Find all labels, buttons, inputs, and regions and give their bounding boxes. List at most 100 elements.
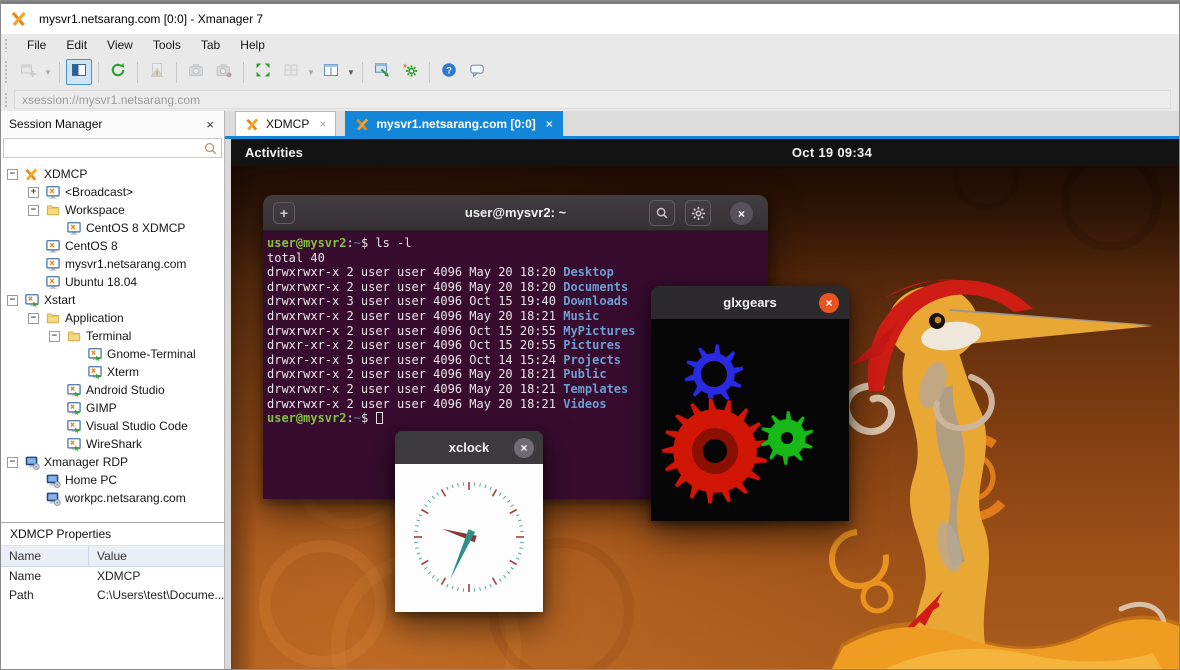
tree-item-label: XDMCP: [44, 167, 87, 181]
dropdown-chevron-icon[interactable]: ▼: [43, 68, 53, 77]
toolbar-button-help[interactable]: ?: [436, 59, 462, 85]
xstart-icon: [66, 418, 82, 434]
tree-item-xterm[interactable]: Xterm: [1, 363, 224, 381]
tree-item-wireshark[interactable]: WireShark: [1, 435, 224, 453]
tree-item-label: Xstart: [44, 293, 75, 307]
gear-icon: [691, 206, 706, 221]
terminal-line: user@mysvr2:~$ ls -l: [267, 236, 768, 251]
tree-item-label: Ubuntu 18.04: [65, 275, 137, 289]
dropdown-chevron-icon[interactable]: ▼: [306, 68, 316, 77]
svg-text:?: ?: [446, 65, 452, 76]
tree-item-workspace[interactable]: −Workspace: [1, 201, 224, 219]
tree-item-centos-8-xdmcp[interactable]: CentOS 8 XDMCP: [1, 219, 224, 237]
tree-item-label: Visual Studio Code: [86, 419, 188, 433]
expander-plus-icon[interactable]: +: [28, 187, 39, 198]
toolbar-button-refresh[interactable]: [105, 59, 131, 85]
address-bar-row: xsession://mysvr1.netsarang.com: [1, 88, 1179, 111]
remote-desktop[interactable]: Activities Oct 19 09:34 + user@mysvr2: ~: [231, 139, 1179, 669]
tree-item-broadcast[interactable]: +<Broadcast>: [1, 183, 224, 201]
property-row-path: PathC:\Users\test\Docume...: [1, 586, 224, 605]
tree-item-terminal[interactable]: −Terminal: [1, 327, 224, 345]
terminal-close-button[interactable]: ×: [730, 202, 753, 225]
folder-icon: [45, 310, 61, 326]
session-search-input[interactable]: [3, 138, 222, 158]
tree-item-gimp[interactable]: GIMP: [1, 399, 224, 417]
properties-panel: XDMCP Properties Name Value NameXDMCPPat…: [1, 522, 224, 669]
property-value: C:\Users\test\Docume...: [89, 586, 224, 605]
tree-item-visual-studio-code[interactable]: Visual Studio Code: [1, 417, 224, 435]
xclock-titlebar[interactable]: xclock ×: [395, 431, 543, 464]
toolbar-button-screen-capture[interactable]: [183, 59, 209, 85]
terminal-titlebar[interactable]: + user@mysvr2: ~: [263, 195, 768, 231]
tree-item-workpc-netsarang-com[interactable]: workpc.netsarang.com: [1, 489, 224, 507]
tree-item-home-pc[interactable]: Home PC: [1, 471, 224, 489]
expander-minus-icon[interactable]: −: [7, 169, 18, 180]
toolbar-button-window-layout[interactable]: [318, 59, 344, 85]
tree-item-xmanager-rdp[interactable]: − Xmanager RDP: [1, 453, 224, 471]
terminal-line: drwxrwxr-x 2 user user 4096 May 20 18:20…: [267, 265, 768, 280]
window-titlebar[interactable]: mysvr1.netsarang.com [0:0] - Xmanager 7: [1, 1, 1179, 34]
session-manager-panel: Session Manager × − XDMCP +<Broadcast>−Wor…: [1, 111, 225, 669]
menu-item-help[interactable]: Help: [230, 35, 275, 55]
toolbar-button-xconfig[interactable]: [397, 59, 423, 85]
toolbar-button-full-screen[interactable]: [250, 59, 276, 85]
toolbar-button-feedback[interactable]: [464, 59, 490, 85]
tab-xdmcp[interactable]: XDMCP×: [235, 111, 336, 136]
xconfig-icon: [402, 62, 418, 83]
tab-close-icon[interactable]: ×: [319, 117, 326, 131]
expander-minus-icon[interactable]: −: [7, 295, 18, 306]
session-manager-header: Session Manager ×: [1, 111, 224, 137]
tree-item-xstart[interactable]: − Xstart: [1, 291, 224, 309]
menu-item-edit[interactable]: Edit: [56, 35, 97, 55]
tree-item-ubuntu-18-04[interactable]: Ubuntu 18.04: [1, 273, 224, 291]
feedback-icon: [469, 62, 485, 83]
menubar-gripper[interactable]: [4, 38, 8, 52]
terminal-menu-button[interactable]: [685, 200, 711, 226]
glxgears-titlebar[interactable]: glxgears ×: [651, 286, 849, 319]
toolbar-button-sessions-panel-toggle[interactable]: [66, 59, 92, 85]
tree-item-centos-8[interactable]: CentOS 8: [1, 237, 224, 255]
terminal-new-tab-button[interactable]: +: [273, 202, 295, 224]
xclock-window: xclock ×: [395, 431, 543, 612]
address-input[interactable]: xsession://mysvr1.netsarang.com: [14, 90, 1171, 109]
tree-item-application[interactable]: −Application: [1, 309, 224, 327]
expander-minus-icon[interactable]: −: [7, 457, 18, 468]
xstart-icon: [87, 364, 103, 380]
dropdown-chevron-icon[interactable]: ▼: [346, 68, 356, 77]
menu-item-tools[interactable]: Tools: [143, 35, 191, 55]
expander-minus-icon[interactable]: −: [28, 205, 39, 216]
toolbar-button-new-session[interactable]: [15, 59, 41, 85]
menu-item-tab[interactable]: Tab: [191, 35, 230, 55]
tab-mysvr1-netsarang-com-0-0[interactable]: mysvr1.netsarang.com [0:0]×: [345, 111, 562, 136]
toolbar-button-multi-view[interactable]: [278, 59, 304, 85]
menu-item-view[interactable]: View: [97, 35, 143, 55]
tree-item-xdmcp[interactable]: − XDMCP: [1, 165, 224, 183]
menu-item-file[interactable]: File: [17, 35, 56, 55]
session-manager-close-icon[interactable]: ×: [204, 117, 216, 132]
toolbar-button-screen-record[interactable]: [211, 59, 237, 85]
xmanager-icon: [24, 166, 40, 182]
monitor-icon: [45, 184, 61, 200]
properties-header: Name Value: [1, 546, 224, 567]
addressbar-gripper[interactable]: [4, 92, 8, 107]
tab-close-icon[interactable]: ×: [546, 117, 553, 131]
xstart-icon: [66, 400, 82, 416]
toolbar-button-session-log[interactable]: [144, 59, 170, 85]
tree-item-mysvr1-netsarang-com[interactable]: mysvr1.netsarang.com: [1, 255, 224, 273]
expander-minus-icon[interactable]: −: [49, 331, 60, 342]
xstart-icon: [24, 292, 40, 308]
xmanager-logo-icon: [245, 117, 260, 132]
tree-item-label: Xmanager RDP: [44, 455, 128, 469]
tree-item-android-studio[interactable]: Android Studio: [1, 381, 224, 399]
toolbar-button-export-display[interactable]: [369, 59, 395, 85]
terminal-title: user@mysvr2: ~: [465, 205, 566, 220]
xclock-close-button[interactable]: ×: [514, 438, 534, 458]
activities-button[interactable]: Activities: [231, 145, 317, 160]
terminal-search-button[interactable]: [649, 200, 675, 226]
expander-minus-icon[interactable]: −: [28, 313, 39, 324]
tree-item-label: mysvr1.netsarang.com: [65, 257, 186, 271]
topbar-clock[interactable]: Oct 19 09:34: [792, 145, 872, 160]
toolbar-gripper[interactable]: [4, 60, 8, 84]
tree-item-gnome-terminal[interactable]: Gnome-Terminal: [1, 345, 224, 363]
glxgears-close-button[interactable]: ×: [819, 293, 839, 313]
